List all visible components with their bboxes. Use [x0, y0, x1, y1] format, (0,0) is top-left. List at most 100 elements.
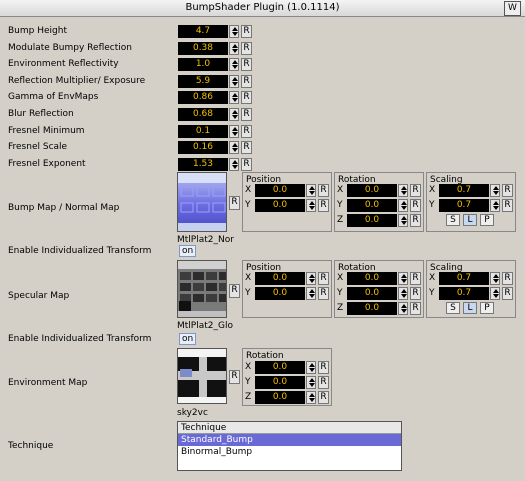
specular-rotation-x-spinner-icon[interactable]: [398, 272, 408, 285]
bump-scaling-x-spinner-icon[interactable]: [490, 184, 500, 197]
environment-rotation-z-value[interactable]: 0.0: [255, 391, 305, 404]
specular-map-thumbnail[interactable]: [177, 260, 227, 318]
bump-rotation-z-value[interactable]: 0.0: [347, 214, 397, 227]
fresnel-minimum-value[interactable]: 0.1: [178, 125, 228, 138]
fresnel-scale-reset-button[interactable]: R: [241, 141, 252, 154]
fresnel-scale-value[interactable]: 0.16: [178, 141, 228, 154]
specular-scaling-y-reset-button[interactable]: R: [502, 287, 513, 300]
blur-reflection-reset-button[interactable]: R: [241, 108, 252, 121]
blur-reflection-value[interactable]: 0.68: [178, 108, 228, 121]
bump-position-x-value[interactable]: 0.0: [255, 184, 305, 197]
bump-height-spinner-icon[interactable]: [229, 25, 239, 38]
bump-rotation-y-reset-button[interactable]: R: [410, 199, 421, 212]
bump-rotation-x-spinner-icon[interactable]: [398, 184, 408, 197]
bump-scaling-mode-p-button[interactable]: P: [480, 214, 494, 226]
environment-rotation-y-spinner-icon[interactable]: [306, 376, 316, 389]
bump-scaling-mode-l-button[interactable]: L: [463, 214, 477, 226]
specular-rotation-y-value[interactable]: 0.0: [347, 287, 397, 300]
specular-rotation-x-reset-button[interactable]: R: [410, 272, 421, 285]
environment-map-reset-button[interactable]: R: [229, 370, 240, 384]
bump-scaling-y-reset-button[interactable]: R: [502, 199, 513, 212]
specular-scaling-mode-s-button[interactable]: S: [446, 302, 460, 314]
environment-rotation-y-value[interactable]: 0.0: [255, 376, 305, 389]
bump-scaling-x-reset-button[interactable]: R: [502, 184, 513, 197]
environment-reflectivity-reset-button[interactable]: R: [241, 58, 252, 71]
environment-rotation-z-reset-button[interactable]: R: [318, 391, 329, 404]
bump-rotation-y-value[interactable]: 0.0: [347, 199, 397, 212]
environment-rotation-x-spinner-icon[interactable]: [306, 361, 316, 374]
reflection-multiplier-spinner-icon[interactable]: [229, 75, 239, 88]
environment-rotation-x-reset-button[interactable]: R: [318, 361, 329, 374]
plugin-logo-icon[interactable]: W: [504, 1, 521, 16]
specular-scaling-mode-l-button[interactable]: L: [463, 302, 477, 314]
bump-position-y-reset-button[interactable]: R: [318, 199, 329, 212]
fresnel-exponent-value[interactable]: 1.53: [178, 158, 228, 171]
bump-transform-toggle[interactable]: on: [179, 245, 197, 257]
modulate-bumpy-reflection-spinner-icon[interactable]: [229, 42, 239, 55]
specular-position-y-reset-button[interactable]: R: [318, 287, 329, 300]
technique-option-standard-bump[interactable]: Standard_Bump: [178, 434, 401, 446]
technique-option-binormal-bump[interactable]: Binormal_Bump: [178, 446, 401, 458]
specular-rotation-y-reset-button[interactable]: R: [410, 287, 421, 300]
reflection-multiplier-reset-button[interactable]: R: [241, 75, 252, 88]
specular-position-x-spinner-icon[interactable]: [306, 272, 316, 285]
bump-rotation-z-spinner-icon[interactable]: [398, 214, 408, 227]
specular-position-x-value[interactable]: 0.0: [255, 272, 305, 285]
environment-rotation-z-spinner-icon[interactable]: [306, 391, 316, 404]
specular-scaling-x-value[interactable]: 0.7: [439, 272, 489, 285]
bump-scaling-mode-s-button[interactable]: S: [446, 214, 460, 226]
specular-rotation-z-spinner-icon[interactable]: [398, 302, 408, 315]
gamma-of-envmaps-label: Gamma of EnvMaps: [8, 92, 99, 102]
specular-rotation-y-spinner-icon[interactable]: [398, 287, 408, 300]
fresnel-exponent-reset-button[interactable]: R: [241, 158, 252, 171]
gamma-of-envmaps-spinner-icon[interactable]: [229, 91, 239, 104]
bump-rotation-y-axis-label: Y: [337, 200, 343, 210]
bump-position-y-spinner-icon[interactable]: [306, 199, 316, 212]
environment-rotation-x-value[interactable]: 0.0: [255, 361, 305, 374]
specular-scaling-y-spinner-icon[interactable]: [490, 287, 500, 300]
bump-map-thumbnail[interactable]: [177, 172, 227, 232]
bump-rotation-z-reset-button[interactable]: R: [410, 214, 421, 227]
bump-height-reset-button[interactable]: R: [241, 25, 252, 38]
specular-position-x-reset-button[interactable]: R: [318, 272, 329, 285]
bump-position-y-value[interactable]: 0.0: [255, 199, 305, 212]
fresnel-scale-label: Fresnel Scale: [8, 142, 68, 152]
bump-height-value[interactable]: 4.7: [178, 25, 228, 38]
specular-scaling-y-value[interactable]: 0.7: [439, 287, 489, 300]
blur-reflection-spinner-icon[interactable]: [229, 108, 239, 121]
specular-rotation-x-value[interactable]: 0.0: [347, 272, 397, 285]
bump-rotation-y-spinner-icon[interactable]: [398, 199, 408, 212]
gamma-of-envmaps-reset-button[interactable]: R: [241, 91, 252, 104]
fresnel-scale-spinner-icon[interactable]: [229, 141, 239, 154]
environment-map-thumbnail[interactable]: [177, 348, 227, 404]
specular-rotation-z-reset-button[interactable]: R: [410, 302, 421, 315]
gamma-of-envmaps-value[interactable]: 0.86: [178, 91, 228, 104]
specular-transform-toggle[interactable]: on: [179, 333, 197, 345]
bump-scaling-x-value[interactable]: 0.7: [439, 184, 489, 197]
technique-list[interactable]: Technique Standard_Bump Binormal_Bump: [177, 421, 402, 471]
bump-scaling-y-value[interactable]: 0.7: [439, 199, 489, 212]
specular-scaling-x-spinner-icon[interactable]: [490, 272, 500, 285]
bump-rotation-x-reset-button[interactable]: R: [410, 184, 421, 197]
modulate-bumpy-reflection-value[interactable]: 0.38: [178, 42, 228, 55]
specular-map-reset-button[interactable]: R: [229, 284, 240, 298]
environment-reflectivity-value[interactable]: 1.0: [178, 58, 228, 71]
specular-rotation-z-value[interactable]: 0.0: [347, 302, 397, 315]
bump-map-reset-button[interactable]: R: [229, 196, 240, 210]
bump-scaling-y-spinner-icon[interactable]: [490, 199, 500, 212]
specular-scaling-x-reset-button[interactable]: R: [502, 272, 513, 285]
bump-position-x-reset-button[interactable]: R: [318, 184, 329, 197]
environment-reflectivity-spinner-icon[interactable]: [229, 58, 239, 71]
specular-position-y-spinner-icon[interactable]: [306, 287, 316, 300]
fresnel-exponent-spinner-icon[interactable]: [229, 158, 239, 171]
specular-position-y-value[interactable]: 0.0: [255, 287, 305, 300]
specular-scaling-mode-p-button[interactable]: P: [480, 302, 494, 314]
environment-rotation-y-reset-button[interactable]: R: [318, 376, 329, 389]
specular-scaling-x-axis-label: X: [429, 273, 436, 283]
bump-position-x-spinner-icon[interactable]: [306, 184, 316, 197]
fresnel-minimum-spinner-icon[interactable]: [229, 125, 239, 138]
fresnel-minimum-reset-button[interactable]: R: [241, 125, 252, 138]
bump-rotation-x-value[interactable]: 0.0: [347, 184, 397, 197]
modulate-bumpy-reflection-reset-button[interactable]: R: [241, 42, 252, 55]
reflection-multiplier-value[interactable]: 5.9: [178, 75, 228, 88]
